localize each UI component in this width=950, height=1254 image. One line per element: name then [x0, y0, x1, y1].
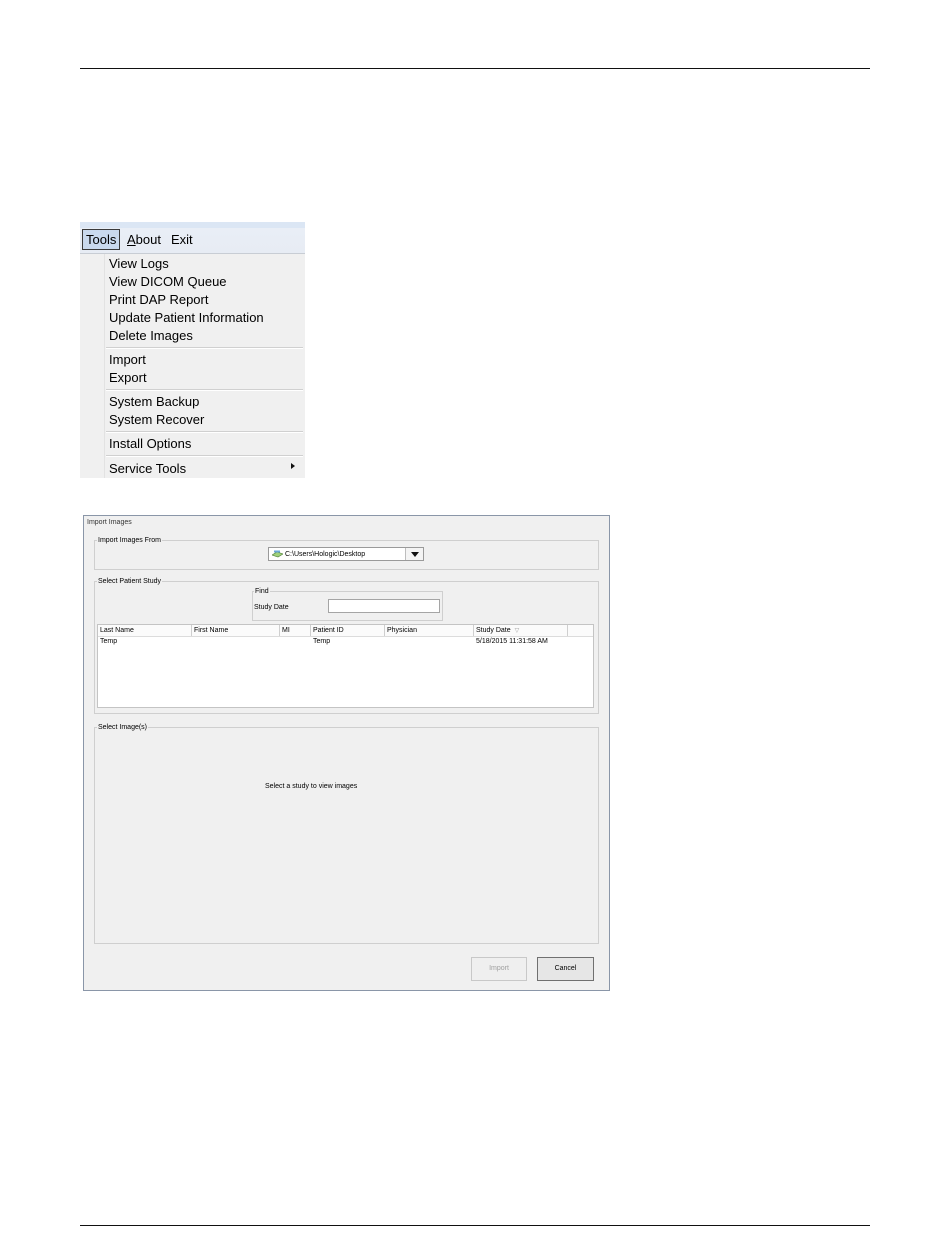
column-header-last-name[interactable]: Last Name: [98, 625, 192, 636]
chevron-down-icon[interactable]: [405, 548, 423, 560]
menu-item-delete-images[interactable]: Delete Images: [109, 328, 193, 344]
column-header-study-date-label: Study Date: [476, 627, 511, 634]
select-images-label: Select Image(s): [97, 723, 149, 732]
menu-bar: Tools About Exit: [80, 222, 305, 254]
table-header: Last Name First Name MI Patient ID Physi…: [98, 625, 593, 637]
import-button[interactable]: Import: [471, 957, 527, 981]
import-from-group: Import Images From C:\Users\Hologic\Desk…: [94, 536, 599, 570]
menu-separator: [106, 431, 303, 433]
select-images-group: Select Image(s): [94, 723, 599, 944]
column-header-first-name[interactable]: First Name: [192, 625, 280, 636]
menu-item-service-tools[interactable]: Service Tools: [109, 461, 186, 477]
menu-about[interactable]: About: [127, 231, 161, 248]
tools-menu-screenshot: Tools About Exit View Logs View DICOM Qu…: [80, 222, 305, 478]
menu-item-view-dicom-queue[interactable]: View DICOM Queue: [109, 274, 227, 290]
study-date-label: Study Date: [254, 604, 289, 611]
cell-patient-id: Temp: [313, 638, 331, 645]
menu-about-mnemonic: A: [127, 232, 136, 247]
import-images-dialog: Import Images Import Images From C:\User…: [83, 515, 610, 991]
bottom-rule: [80, 1225, 870, 1226]
top-rule: [80, 68, 870, 69]
patient-study-label: Select Patient Study: [97, 577, 163, 586]
import-from-label: Import Images From: [97, 536, 163, 545]
menu-separator: [106, 455, 303, 457]
dialog-title: Import Images: [87, 519, 132, 526]
cell-last-name: Temp: [100, 638, 118, 645]
column-header-physician[interactable]: Physician: [385, 625, 474, 636]
menu-item-print-dap-report[interactable]: Print DAP Report: [109, 292, 208, 308]
menu-item-export[interactable]: Export: [109, 370, 147, 386]
tools-dropdown: View Logs View DICOM Queue Print DAP Rep…: [80, 254, 305, 478]
column-header-study-date[interactable]: Study Date ▽: [474, 625, 568, 636]
menu-item-view-logs[interactable]: View Logs: [109, 256, 169, 272]
empty-images-message: Select a study to view images: [265, 783, 358, 790]
cancel-button[interactable]: Cancel: [537, 957, 594, 981]
column-header-mi[interactable]: MI: [280, 625, 311, 636]
find-group: Find Study Date: [252, 587, 443, 621]
sort-indicator-icon: ▽: [514, 628, 520, 634]
study-date-input[interactable]: [328, 599, 440, 613]
menu-item-install-options[interactable]: Install Options: [109, 436, 191, 452]
menu-separator: [106, 347, 303, 349]
menu-item-system-backup[interactable]: System Backup: [109, 394, 199, 410]
import-source-dropdown[interactable]: C:\Users\Hologic\Desktop: [268, 547, 424, 561]
menu-item-update-patient-information[interactable]: Update Patient Information: [109, 310, 264, 326]
find-label: Find: [254, 587, 270, 596]
menu-about-label: bout: [135, 232, 161, 247]
menu-tools[interactable]: Tools: [82, 229, 121, 250]
menu-icon-gutter: [104, 254, 105, 478]
patient-study-table: Last Name First Name MI Patient ID Physi…: [97, 624, 594, 708]
menu-item-system-recover[interactable]: System Recover: [109, 412, 204, 428]
menu-exit[interactable]: Exit: [171, 231, 193, 248]
drive-icon: [272, 550, 283, 558]
menu-item-import[interactable]: Import: [109, 352, 146, 368]
menu-separator: [106, 389, 303, 391]
column-header-patient-id[interactable]: Patient ID: [311, 625, 385, 636]
import-source-path: C:\Users\Hologic\Desktop: [285, 551, 366, 558]
submenu-arrow-icon: [291, 463, 295, 469]
cell-study-date: 5/18/2015 11:31:58 AM: [476, 638, 548, 645]
